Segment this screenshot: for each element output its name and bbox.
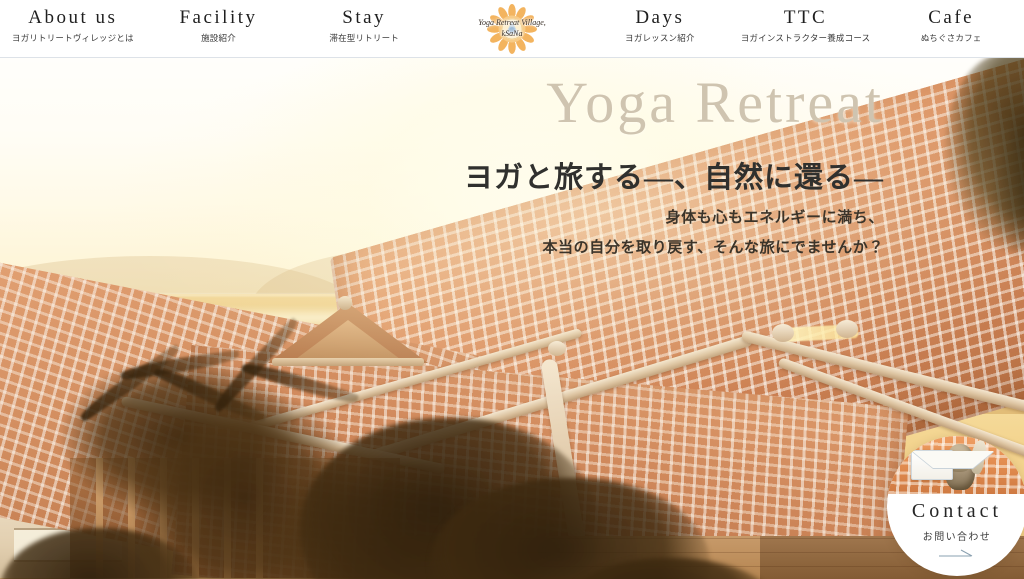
site-logo[interactable]: Yoga Retreat Village, kSaNa <box>437 0 587 58</box>
nav-item-ttc[interactable]: TTC ヨガインストラクター養成コース <box>733 0 879 44</box>
nav-label-ja: ヨガインストラクター養成コース <box>740 32 871 43</box>
nav-label-en: TTC <box>783 7 828 28</box>
nav-label-en: Stay <box>342 7 387 28</box>
nav-label-ja: ヨガレッスン紹介 <box>625 32 695 43</box>
nav-label-en: About us <box>28 7 118 28</box>
nav-item-facility[interactable]: Facility 施設紹介 <box>146 0 292 44</box>
arrow-right-icon <box>887 548 1024 564</box>
contact-label: Contact <box>911 500 1003 522</box>
hero-title-ja: ヨガと旅する―、自然に還る― <box>463 162 884 194</box>
global-navigation: About us ヨガリトリートヴィレッジとは Facility 施設紹介 St… <box>0 0 1024 58</box>
logo-line-1: Yoga Retreat Village, <box>478 18 546 28</box>
nav-label-en: Cafe <box>928 7 975 28</box>
logo-line-2: kSaNa <box>501 29 523 38</box>
hero-section: Yoga Retreat ヨガと旅する―、自然に還る― 身体も心もエネルギーに満… <box>0 58 1024 579</box>
hero-title-en: Yoga Retreat <box>546 70 884 135</box>
contact-label-ja: お問い合わせ <box>922 532 992 543</box>
logo-wrap: Yoga Retreat Village, kSaNa <box>464 3 560 55</box>
logo-text: Yoga Retreat Village, kSaNa <box>464 18 560 40</box>
envelope-icon <box>911 450 953 480</box>
nav-label-ja: ぬちぐさカフェ <box>920 32 982 43</box>
nav-item-cafe[interactable]: Cafe ぬちぐさカフェ <box>878 0 1024 44</box>
nav-label-ja: ヨガリトリートヴィレッジとは <box>11 32 134 43</box>
homepage: About us ヨガリトリートヴィレッジとは Facility 施設紹介 St… <box>0 0 1024 579</box>
nav-label-ja: 滞在型リトリート <box>329 32 399 43</box>
nav-label-en: Days <box>635 7 685 28</box>
contact-button[interactable]: Contact お問い合わせ <box>887 436 1024 576</box>
nav-item-days[interactable]: Days ヨガレッスン紹介 <box>587 0 733 44</box>
nav-label-ja: 施設紹介 <box>201 32 236 43</box>
nav-label-en: Facility <box>179 7 258 28</box>
hero-copy: Yoga Retreat ヨガと旅する―、自然に還る― 身体も心もエネルギーに満… <box>0 58 1024 579</box>
hero-lead-line-2: 本当の自分を取り戻す、そんな旅にでませんか？ <box>542 240 884 256</box>
hero-lead-line-1: 身体も心もエネルギーに満ち、 <box>665 210 884 226</box>
nav-item-stay[interactable]: Stay 滞在型リトリート <box>291 0 437 44</box>
nav-item-about-us[interactable]: About us ヨガリトリートヴィレッジとは <box>0 0 146 44</box>
